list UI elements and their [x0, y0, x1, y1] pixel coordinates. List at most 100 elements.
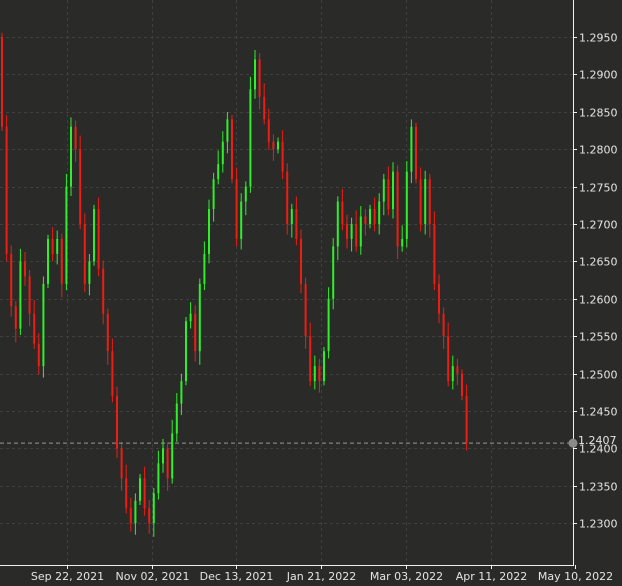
candle-body: [258, 59, 261, 97]
candle: [70, 117, 72, 197]
candle-body: [175, 403, 178, 434]
candle-body: [235, 179, 238, 239]
candle: [65, 174, 68, 291]
candle-body: [350, 224, 353, 239]
candle-body: [382, 179, 385, 202]
candle-body: [221, 141, 224, 165]
candle-body: [88, 261, 91, 284]
candle-body: [189, 313, 192, 322]
y-tick-label: 1.2500: [579, 369, 618, 382]
candle-body: [102, 268, 105, 314]
candle-body: [428, 179, 431, 224]
y-tick-label: 1.2350: [579, 481, 618, 494]
candle-body: [396, 171, 399, 247]
candle-body: [313, 366, 316, 382]
candle-body: [290, 209, 293, 224]
candle-body: [415, 126, 417, 180]
candle-body: [139, 478, 141, 501]
candle-body: [364, 216, 367, 224]
y-tick-label: 1.2800: [579, 144, 618, 157]
y-tick-label: 1.2300: [579, 518, 618, 531]
candle-body: [392, 171, 394, 210]
candle-body: [254, 59, 256, 90]
candle-body: [33, 313, 36, 344]
candle: [97, 197, 100, 277]
candle: [231, 115, 233, 184]
last-price-label: 1.2407: [578, 434, 617, 447]
y-tick-label: 1.2900: [579, 69, 618, 82]
candle-body: [166, 448, 169, 479]
candle-body: [346, 224, 348, 239]
x-tick-label: May 10, 2022: [538, 570, 613, 583]
candle: [93, 204, 95, 266]
candle-body: [157, 463, 160, 494]
candle-body: [198, 283, 201, 352]
candle-body: [405, 171, 408, 239]
candle-body: [244, 186, 247, 202]
candle-body: [359, 216, 362, 247]
candle-body: [456, 366, 459, 374]
candle-body: [295, 209, 298, 239]
candle-body: [120, 448, 123, 479]
candle: [323, 346, 325, 386]
y-tick-label: 1.2700: [579, 219, 618, 232]
candle: [79, 135, 82, 230]
candle-body: [152, 493, 155, 524]
candle: [47, 234, 49, 289]
candle-body: [226, 119, 229, 142]
candle-body: [134, 500, 137, 524]
candle-body: [277, 141, 279, 150]
candle: [300, 229, 302, 294]
candle-body: [28, 276, 31, 314]
candle-body: [10, 253, 13, 307]
candle-body: [129, 508, 132, 524]
candle-body: [323, 351, 325, 382]
candle-body: [212, 179, 215, 210]
candle-body: [217, 164, 220, 180]
candle-body: [309, 336, 312, 382]
candle-body: [56, 238, 59, 254]
x-tick-label: Mar 03, 2022: [370, 570, 443, 583]
candle-body: [378, 201, 381, 224]
candle-body: [125, 478, 128, 509]
y-tick-label: 1.2450: [579, 406, 618, 419]
candle-body: [65, 186, 68, 284]
candle: [139, 474, 141, 505]
candle-body: [194, 313, 197, 352]
candle: [286, 163, 289, 235]
y-tick-label: 1.2600: [579, 294, 618, 307]
candle-body: [180, 381, 183, 404]
candle-body: [93, 209, 95, 262]
y-tick-label: 1.2650: [579, 256, 618, 269]
candle-body: [240, 201, 243, 239]
candle-body: [336, 201, 339, 247]
y-tick-label: 1.2550: [579, 331, 618, 344]
candle-body: [171, 433, 174, 479]
candle-body: [83, 224, 86, 284]
candle-body: [461, 373, 463, 397]
candle-body: [355, 224, 358, 247]
candle: [249, 76, 252, 193]
candle: [1, 32, 3, 131]
candle-body: [5, 126, 8, 254]
candle-body: [419, 179, 422, 224]
candle-body: [410, 126, 413, 172]
candle: [83, 213, 86, 293]
candle-body: [79, 149, 82, 224]
candle-body: [111, 351, 114, 397]
candle-body: [249, 89, 252, 187]
candle-body: [304, 283, 307, 337]
candle: [208, 199, 210, 264]
candle-body: [267, 119, 270, 142]
candle-body: [24, 261, 26, 277]
candle-body: [97, 209, 100, 269]
candle-body: [208, 209, 210, 254]
candle-body: [70, 126, 72, 187]
candle-body: [263, 96, 266, 120]
candle: [5, 115, 8, 262]
candle: [396, 165, 399, 260]
candle-body: [148, 508, 151, 524]
candle-body: [281, 141, 284, 172]
candle-body: [47, 238, 49, 284]
candle-body: [465, 396, 468, 444]
